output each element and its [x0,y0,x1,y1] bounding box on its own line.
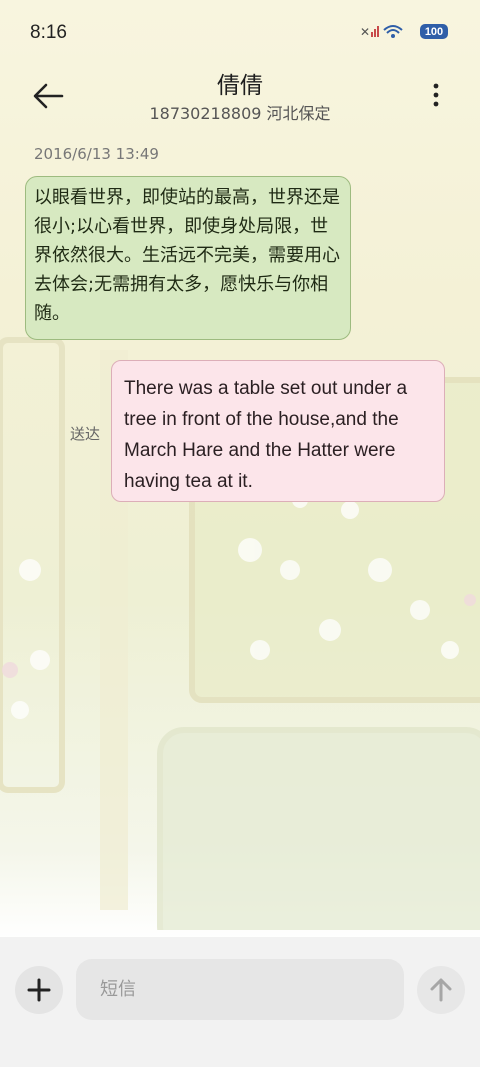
outgoing-message-bubble[interactable]: There was a table set out under a tree i… [111,360,445,502]
incoming-message-bubble[interactable]: 以眼看世界，即使站的最高，世界还是很小;以心看世界，即使身处局限，世界依然很大。… [25,176,351,340]
delivery-status: 送达 [70,425,101,443]
plus-icon [27,978,51,1002]
message-input[interactable]: 短信 [76,959,404,1020]
contact-name: 倩倩 [217,73,263,99]
send-button[interactable] [417,966,465,1014]
conversation-header: 倩倩 18730218809 河北保定 [0,66,480,130]
status-time: 8:16 [30,22,67,43]
more-options-icon[interactable] [426,80,446,110]
message-timestamp: 2016/6/13 13:49 [34,145,159,163]
contact-subtitle: 18730218809 河北保定 [149,104,331,123]
status-bar: 8:16 ✕ 100 [0,0,480,66]
add-attachment-button[interactable] [15,966,63,1014]
signal-icon: ✕ [360,25,403,39]
battery-indicator: 100 [420,24,448,39]
svg-text:✕: ✕ [360,25,370,39]
arrow-up-icon [430,978,452,1002]
